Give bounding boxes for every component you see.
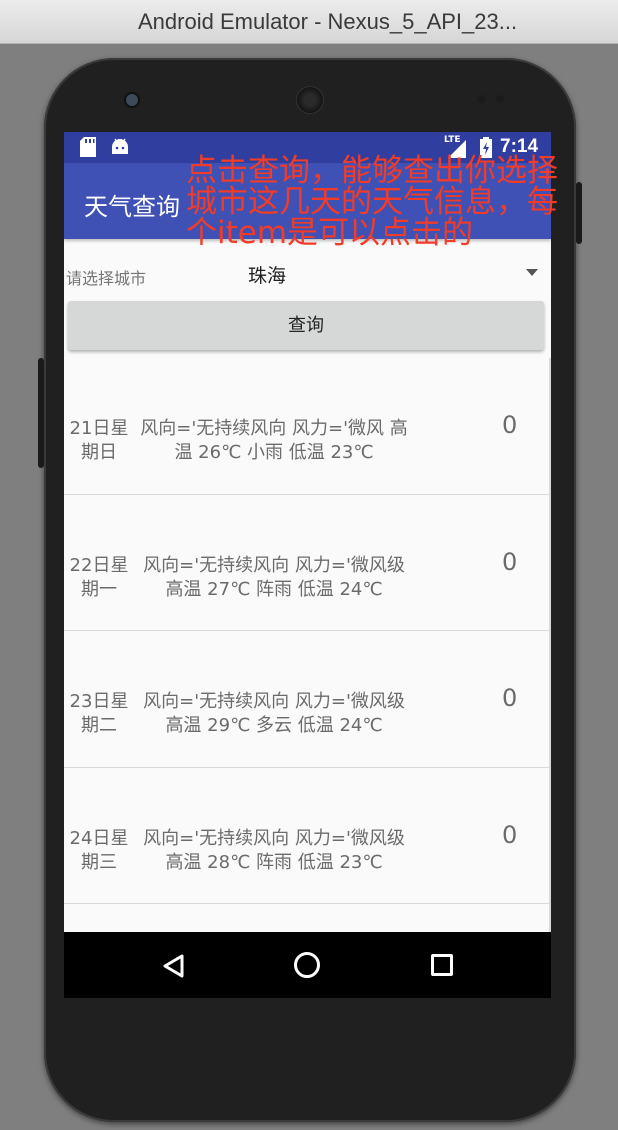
light-sensor [496, 95, 504, 103]
weather-detail: 风向='无持续风向 风力='微风级 高温 27℃ 阵雨 低温 24℃ [143, 554, 405, 600]
weather-list-item[interactable]: 23日星期二 风向='无持续风向 风力='微风级 高温 29℃ 多云 低温 24… [64, 631, 551, 768]
front-camera [124, 92, 140, 108]
weather-date: 22日星期一 [69, 554, 129, 600]
weather-list-item[interactable]: 22日星期一 风向='无持续风向 风力='微风级 高温 27℃ 阵雨 低温 24… [64, 495, 551, 632]
proximity-sensor [478, 95, 486, 103]
device-screen: LTE 7:14 天气查询 请选择城市 珠海 查询 21日星期日 风向='无持续… [64, 132, 551, 998]
android-debug-icon [110, 138, 130, 160]
window-title-bar: Android Emulator - Nexus_5_API_23... [0, 0, 618, 44]
weather-count: 0 [502, 820, 518, 849]
app-title: 天气查询 [84, 193, 180, 221]
earpiece-speaker [296, 86, 324, 114]
back-icon[interactable] [162, 954, 184, 982]
window-title: Android Emulator - Nexus_5_API_23... [138, 9, 518, 34]
weather-count: 0 [502, 547, 518, 576]
navigation-bar [64, 932, 551, 998]
city-label: 请选择城市 [66, 269, 147, 288]
weather-date: 24日星期三 [69, 827, 129, 873]
volume-button[interactable] [576, 182, 582, 244]
list-edge-divider [549, 358, 551, 998]
city-spinner[interactable]: 珠海 [248, 261, 286, 288]
dropdown-arrow-icon[interactable] [526, 269, 538, 276]
weather-detail: 风向='无持续风向 风力='微风 高温 26℃ 小雨 低温 23℃ [140, 418, 408, 463]
weather-detail: 风向='无持续风向 风力='微风级 高温 29℃ 多云 低温 24℃ [143, 691, 405, 737]
sd-card-icon [80, 137, 96, 161]
weather-date: 23日星期二 [69, 691, 129, 737]
power-button[interactable] [38, 358, 44, 468]
weather-count: 0 [502, 684, 518, 713]
home-icon[interactable] [294, 952, 320, 978]
weather-list: 21日星期日 风向='无持续风向 风力='微风 高温 26℃ 小雨 低温 23℃… [64, 358, 551, 905]
annotation-note: 点击查询，能够查出你选择城市这几天的天气信息，每个item是可以点击的 [186, 153, 558, 251]
weather-list-item[interactable]: 21日星期日 风向='无持续风向 风力='微风 高温 26℃ 小雨 低温 23℃… [64, 358, 551, 495]
weather-list-item[interactable]: 24日星期三 风向='无持续风向 风力='微风级 高温 28℃ 阵雨 低温 23… [64, 768, 551, 905]
query-button[interactable]: 查询 [68, 301, 544, 350]
recent-apps-icon[interactable] [431, 954, 453, 976]
weather-date: 21日星期日 [69, 418, 129, 463]
weather-count: 0 [502, 411, 518, 439]
weather-detail: 风向='无持续风向 风力='微风级 高温 28℃ 阵雨 低温 23℃ [143, 827, 405, 873]
